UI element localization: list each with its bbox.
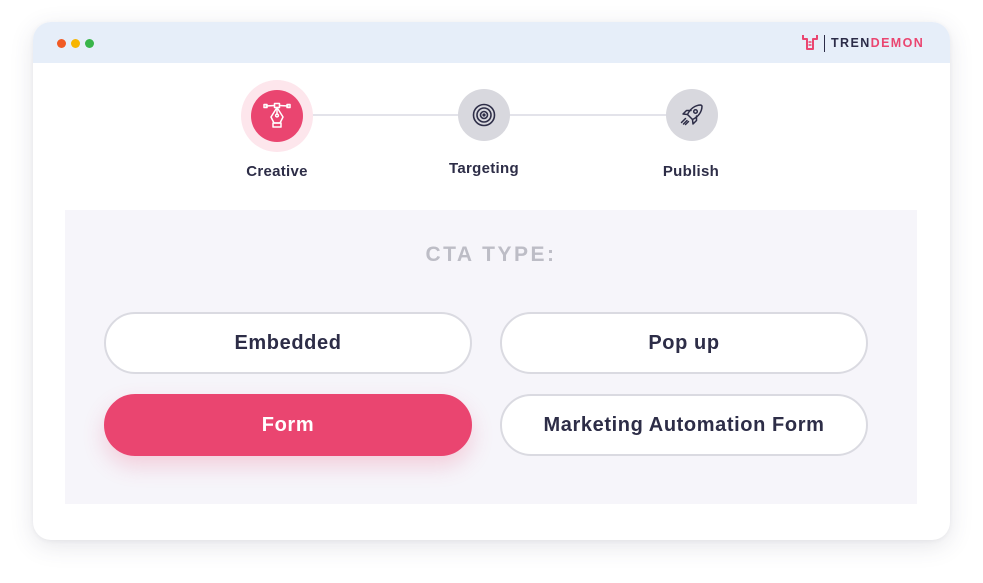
minimize-window-dot[interactable]: [71, 39, 80, 48]
brand-name: TRENDEMON: [831, 34, 924, 52]
title-bar: TRENDEMON: [33, 22, 950, 63]
cta-option-form[interactable]: Form: [104, 394, 472, 456]
step-publish-label[interactable]: Publish: [631, 163, 751, 180]
step-publish-circle[interactable]: [666, 89, 718, 141]
cta-option-marketing-automation-form[interactable]: Marketing Automation Form: [500, 394, 868, 456]
brand-name-part1: TREN: [831, 36, 871, 50]
maximize-window-dot[interactable]: [85, 39, 94, 48]
brand-logo: TRENDEMON: [802, 34, 924, 52]
step-creative-circle[interactable]: [251, 90, 303, 142]
step-targeting-circle[interactable]: [458, 89, 510, 141]
step-creative-label[interactable]: Creative: [217, 163, 337, 180]
cta-option-popup[interactable]: Pop up: [500, 312, 868, 374]
app-window: TRENDEMON Creative Targeting Publish CTA…: [33, 22, 950, 540]
cta-option-embedded[interactable]: Embedded: [104, 312, 472, 374]
cta-type-panel: CTA TYPE: Embedded Pop up Form Marketing…: [65, 210, 917, 504]
pen-tool-icon: [263, 102, 291, 128]
cta-type-title: CTA TYPE:: [425, 243, 557, 266]
target-icon: [472, 103, 496, 127]
logo-separator: [824, 34, 825, 52]
brand-name-part2: DEMON: [870, 36, 925, 50]
close-window-dot[interactable]: [57, 39, 66, 48]
step-targeting-label[interactable]: Targeting: [424, 160, 544, 177]
stepper-connector-2: [484, 114, 694, 116]
trendemon-logo-icon: [802, 35, 818, 50]
rocket-icon: [680, 104, 703, 126]
